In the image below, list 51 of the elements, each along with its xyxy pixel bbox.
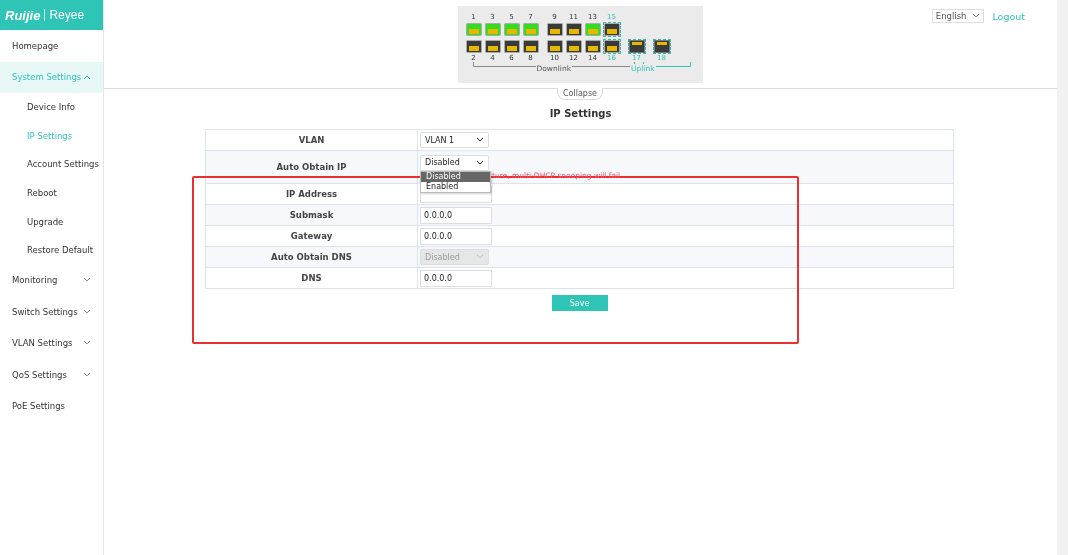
sidebar-subitem[interactable]: Upgrade [0, 207, 103, 236]
field-label: IP Address [205, 183, 418, 205]
chevron-down-icon [83, 277, 91, 284]
port-jack[interactable] [564, 39, 583, 54]
field-label: DNS [205, 267, 418, 289]
sidebar-item[interactable]: VLAN Settings [0, 327, 103, 360]
sidebar-subitem[interactable]: Account Settings [0, 150, 103, 179]
sidebar-item[interactable]: Switch Settings [0, 296, 103, 328]
chevron-down-icon [476, 254, 484, 260]
language-dropdown[interactable]: English [931, 9, 985, 23]
dropdown[interactable]: Disabled [420, 154, 489, 171]
dropdown[interactable]: VLAN 1 [420, 132, 489, 148]
port-jack[interactable] [502, 39, 521, 54]
input-field[interactable]: 0.0.0.0 [420, 227, 492, 245]
chevron-down-icon [476, 137, 484, 143]
port-jack[interactable] [521, 39, 540, 54]
port-jack[interactable] [652, 39, 671, 54]
chevron-up-icon [83, 74, 91, 81]
input-field[interactable]: 0.0.0.0 [420, 206, 492, 224]
port-jack[interactable] [627, 39, 646, 54]
sub-brand-logo: Reyee [49, 8, 85, 22]
sidebar-subitem[interactable]: Device Info [0, 93, 103, 122]
port-jack[interactable] [464, 39, 483, 54]
field-label: Auto Obtain DNS [205, 246, 418, 268]
page-title: IP Settings [549, 108, 612, 119]
port-jack[interactable] [602, 22, 621, 37]
port-jack[interactable] [564, 22, 583, 37]
sidebar-item[interactable]: Monitoring [0, 264, 103, 297]
sidebar-item[interactable]: Homepage [0, 30, 103, 62]
dropdown-option[interactable]: Enabled [421, 182, 490, 192]
chevron-down-icon [476, 159, 484, 166]
field-label: Gateway [205, 225, 418, 247]
port-jack[interactable] [602, 39, 621, 54]
input-field[interactable]: 0.0.0.0 [420, 269, 492, 287]
port-jack[interactable] [583, 39, 602, 54]
sidebar-item[interactable]: PoE Settings [0, 390, 103, 423]
sidebar-subitem[interactable]: Restore Default [0, 235, 103, 265]
port-jack[interactable] [545, 22, 564, 37]
port-jack[interactable] [483, 39, 502, 54]
field-label: Submask [205, 204, 418, 226]
collapse-tab[interactable]: Collapse [557, 88, 603, 100]
chevron-down-icon [83, 340, 91, 347]
dropdown-option[interactable]: Disabled [421, 172, 490, 182]
sidebar-item[interactable]: QoS Settings [0, 359, 103, 391]
chevron-down-icon [972, 13, 981, 19]
brand-logo: Ruijie [5, 7, 41, 23]
chevron-down-icon [83, 308, 91, 315]
field-label: VLAN [205, 129, 418, 151]
sidebar-subitem[interactable]: Reboot [0, 178, 103, 208]
chevron-down-icon [83, 371, 91, 378]
port-jack[interactable] [545, 39, 564, 54]
